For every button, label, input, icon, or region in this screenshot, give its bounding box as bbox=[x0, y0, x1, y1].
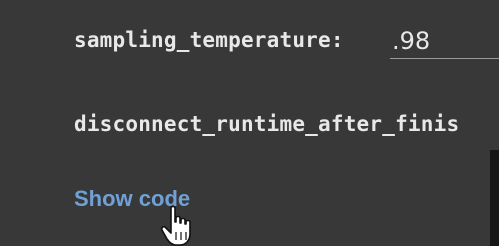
colab-form-panel: sampling_temperature: disconnect_runtime… bbox=[0, 0, 499, 246]
sampling-temperature-label: sampling_temperature: bbox=[74, 28, 344, 52]
disconnect-runtime-label: disconnect_runtime_after_finis bbox=[74, 112, 460, 136]
sampling-temperature-input[interactable] bbox=[390, 24, 499, 59]
hand-pointer-icon bbox=[160, 205, 191, 246]
window-edge bbox=[490, 150, 499, 246]
